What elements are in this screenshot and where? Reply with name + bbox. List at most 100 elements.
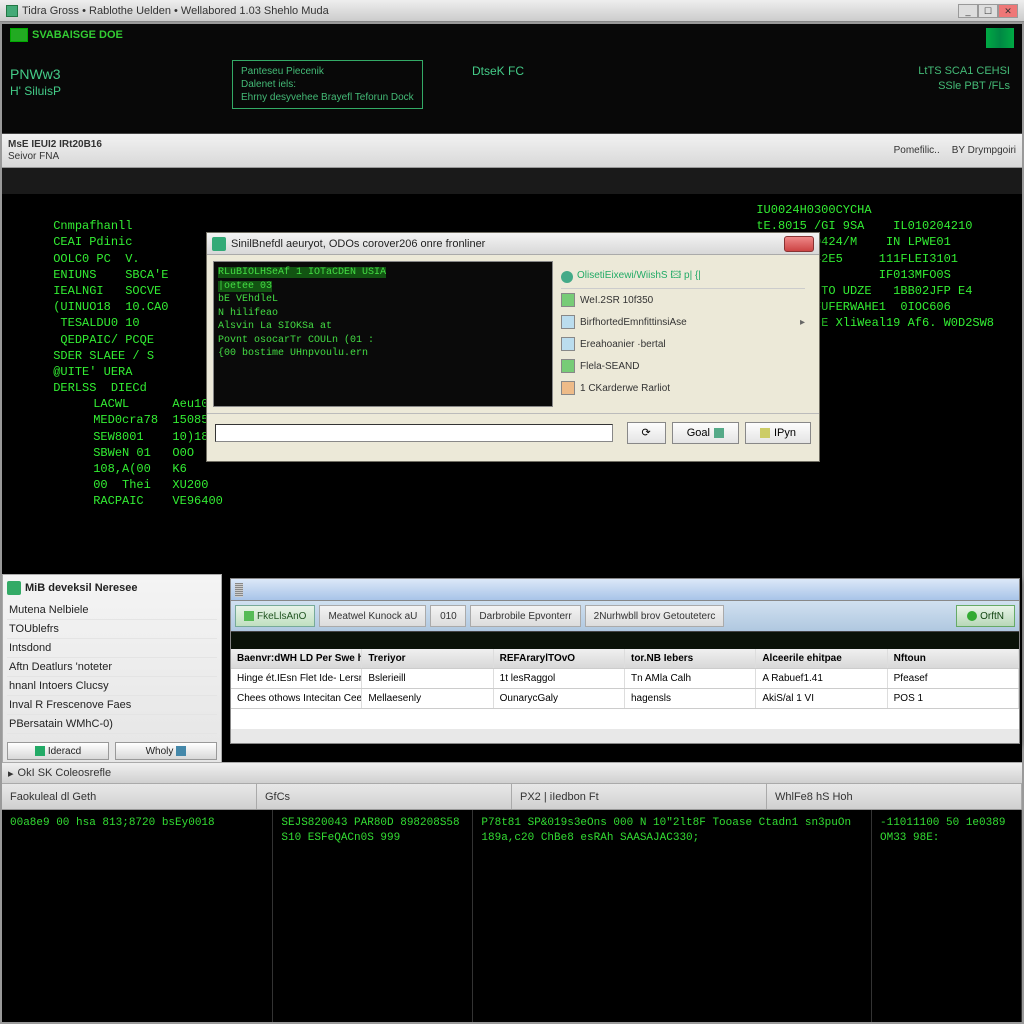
menu-left-1: MsE IEUI2 IRt20B16	[8, 139, 102, 151]
mid-ok-label: OrftN	[980, 611, 1004, 622]
mid-tab-1[interactable]: Meatwel Kunock aU	[319, 605, 426, 627]
item-label: WeI.2SR 10f350	[580, 295, 653, 306]
table-cell: Tn AMla Calh	[625, 669, 756, 688]
close-button[interactable]: ✕	[998, 4, 1018, 18]
dialog-right-item-1[interactable]: BirfhortedEmnfittinsiAse▸	[561, 311, 805, 333]
term-col-left: Cnmpafhanll CEAI Pdinic OOLC0 PC V. ENIU…	[53, 218, 168, 396]
ribbon-info-1: Panteseu Piecenik	[241, 65, 414, 78]
dialog-close-button[interactable]	[784, 236, 814, 252]
logo-text: SVABAISGE DOE	[32, 29, 123, 41]
ribbon-rt-2: SSle PBT /FLs	[918, 79, 1010, 94]
table-row[interactable]: Hinge ét.IEsn Flet Ide- LersnnBslerieill…	[231, 669, 1019, 689]
dialog-ok-button[interactable]: Goal	[672, 422, 739, 444]
item-icon	[561, 359, 575, 373]
dialog-right-item-3[interactable]: Flela-SEAND	[561, 355, 805, 377]
dialog-progress-bar	[215, 424, 613, 442]
mid-tab-strip: FkeLlsAnO Meatwel Kunock aU 010 Darbrobi…	[231, 601, 1019, 631]
side-item-5[interactable]: Inval R Frescenove Faes	[7, 696, 217, 715]
col-header-2[interactable]: REFArarylTOvO	[494, 649, 625, 668]
table-cell: Bslerieill	[362, 669, 493, 688]
side-panel-title: MiB deveksil Neresee	[25, 582, 138, 594]
dialog-right-item-4[interactable]: 1 CKarderwe Rarliot	[561, 377, 805, 399]
item-icon	[561, 315, 575, 329]
mid-tab-4[interactable]: 2Nurhwbll brov Getouteterc	[585, 605, 725, 627]
maximize-button[interactable]: ☐	[978, 4, 998, 18]
table-cell: A Rabuef1.41	[756, 669, 887, 688]
dialog-left-line: |oetee 03	[218, 280, 548, 294]
table-cell: hagensls	[625, 689, 756, 708]
dialog-titlebar[interactable]: SinilBnefdl aeuryot, ODOs corover206 onr…	[207, 233, 819, 255]
ribbon-left-2: H' SiluisP	[10, 84, 61, 98]
side-item-3[interactable]: Aftn Deatlurs 'noteter	[7, 658, 217, 677]
menu-strip: MsE IEUI2 IRt20B16 Seivor FNA Pomefilic.…	[2, 134, 1022, 168]
mid-dark-strip	[231, 631, 1019, 649]
mid-table: Baenvr:dWH LD Per Swe hvednvTreriyorREFA…	[231, 649, 1019, 729]
mid-ok-button[interactable]: OrftN	[956, 605, 1015, 627]
side-item-1[interactable]: TOUblefrs	[7, 620, 217, 639]
bottom-col-3[interactable]: WhlFe8 hS Hoh	[767, 784, 1022, 809]
side-item-4[interactable]: hnanl Intoers Clucsy	[7, 677, 217, 696]
side-btn-2[interactable]: Wholy	[115, 742, 217, 760]
ribbon-info-2: Dalenet iels:	[241, 78, 414, 91]
link-icon	[176, 746, 186, 756]
bottom-columns: Faokuleal dl GethGfCsPX2 | iIedbon FtWhl…	[2, 784, 1022, 810]
mid-tab-1-label: Meatwel Kunock aU	[328, 611, 417, 622]
mid-tab-2[interactable]: 010	[430, 605, 466, 627]
mid-tab-0[interactable]: FkeLlsAnO	[235, 605, 315, 627]
table-cell: AkiS/al 1 VI	[756, 689, 887, 708]
menu-left-2: Seivor FNA	[8, 151, 102, 163]
table-cell: Hinge ét.IEsn Flet Ide- Lersnn	[231, 669, 362, 688]
table-header-row: Baenvr:dWH LD Per Swe hvednvTreriyorREFA…	[231, 649, 1019, 669]
item-label: Flela-SEAND	[580, 361, 639, 372]
col-header-0[interactable]: Baenvr:dWH LD Per Swe hvednv	[231, 649, 362, 668]
item-icon	[561, 337, 575, 351]
minimize-button[interactable]: _	[958, 4, 978, 18]
col-header-1[interactable]: Treriyor	[362, 649, 493, 668]
mid-window-titlebar[interactable]	[231, 579, 1019, 601]
dialog-left-pane: RLuBIOLHSeAf 1 IOTaCDEN USIA|oetee 03 bE…	[213, 261, 553, 407]
table-cell: Pfeasef	[888, 669, 1019, 688]
dialog-left-line: {00 bostime UHnpvoulu.ern	[218, 347, 548, 361]
side-panel-header: MiB deveksil Neresee	[7, 581, 217, 595]
dialog-loading-button[interactable]: ⟳	[627, 422, 666, 444]
table-row[interactable]: Chees othows Intecitan CeepMellaesenlyOu…	[231, 689, 1019, 709]
ribbon-left-1: PNWw3	[10, 66, 61, 82]
dialog-window: SinilBnefdl aeuryot, ODOs corover206 onr…	[206, 232, 820, 462]
play-icon	[35, 746, 45, 756]
side-item-2[interactable]: Intsdond	[7, 639, 217, 658]
menu-left: MsE IEUI2 IRt20B16 Seivor FNA	[8, 139, 102, 163]
bottom-pane-1: SEJS820043 PAR80D 898208S58 S10 ESFeQACn…	[273, 810, 473, 1022]
mid-tab-0-label: FkeLlsAnO	[257, 611, 306, 622]
bottom-panels: ▸ OkI SK Coleosrefle Faokuleal dl GethGf…	[2, 762, 1022, 1022]
item-icon	[561, 381, 575, 395]
item-label: 1 CKarderwe Rarliot	[580, 383, 670, 394]
menu-right-2[interactable]: BY Drympgoiri	[952, 145, 1016, 156]
bottom-col-2[interactable]: PX2 | iIedbon Ft	[512, 784, 767, 809]
bottom-col-0[interactable]: Faokuleal dl Geth	[2, 784, 257, 809]
app-title: Tidra Gross • Rablothe Uelden • Wellabor…	[22, 5, 329, 17]
dialog-left-line: RLuBIOLHSeAf 1 IOTaCDEN USIA	[218, 266, 548, 280]
mid-tab-4-label: 2Nurhwbll brov Getouteterc	[594, 611, 716, 622]
os-titlebar: Tidra Gross • Rablothe Uelden • Wellabor…	[0, 0, 1024, 22]
side-item-0[interactable]: Mutena Nelbiele	[7, 601, 217, 620]
mid-tab-3[interactable]: Darbrobile Epvonterr	[470, 605, 580, 627]
logo-icon	[10, 28, 28, 42]
brand-badge	[986, 28, 1014, 48]
bottom-col-1[interactable]: GfCs	[257, 784, 512, 809]
col-header-3[interactable]: tor.NB Iebers	[625, 649, 756, 668]
menu-right-1[interactable]: Pomefilic..	[894, 145, 940, 156]
col-header-5[interactable]: Nftoun	[888, 649, 1019, 668]
col-header-4[interactable]: Alceerile ehitpae	[756, 649, 887, 668]
dialog-body: RLuBIOLHSeAf 1 IOTaCDEN USIA|oetee 03 bE…	[207, 255, 819, 413]
dialog-right-item-0[interactable]: WeI.2SR 10f350	[561, 289, 805, 311]
collapse-icon[interactable]: ▸	[8, 767, 14, 780]
table-cell: Chees othows Intecitan Ceep	[231, 689, 362, 708]
table-cell: OunarycGaly	[494, 689, 625, 708]
side-btn-1[interactable]: Ideracd	[7, 742, 109, 760]
item-label: Ereahoanier ·bertal	[580, 339, 666, 350]
side-item-6[interactable]: PBersatain WMhC-0)	[7, 715, 217, 734]
dialog-right-item-2[interactable]: Ereahoanier ·bertal	[561, 333, 805, 355]
shield-icon	[7, 581, 21, 595]
dialog-icon	[212, 237, 226, 251]
dialog-apply-button[interactable]: IPyn	[745, 422, 811, 444]
